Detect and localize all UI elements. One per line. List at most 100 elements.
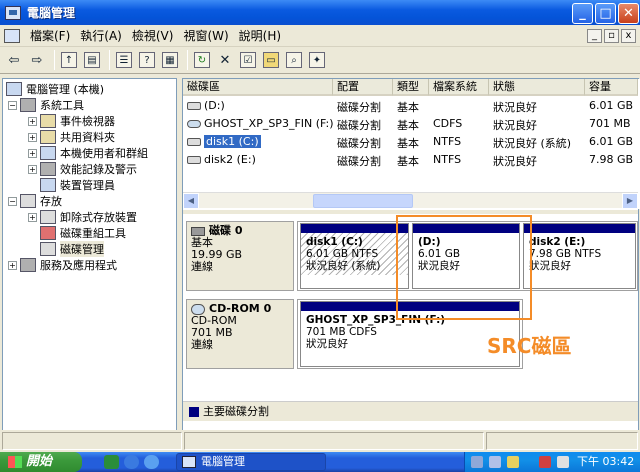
properties-icon[interactable]: ☰	[114, 50, 134, 70]
tree-node-services-apps[interactable]: + 服務及應用程式	[8, 257, 117, 273]
clock[interactable]: 下午 03:42	[577, 452, 634, 472]
hard-disk-icon	[191, 226, 205, 236]
expand-icon[interactable]: +	[8, 260, 17, 270]
drive-icon	[187, 102, 201, 110]
up-folder-icon[interactable]: ↑	[59, 50, 79, 70]
show-desktop-icon[interactable]	[104, 455, 119, 469]
scroll-left-icon[interactable]: ◀	[183, 193, 199, 209]
tree-node-local-users[interactable]: + 本機使用者和群組	[28, 145, 148, 161]
tree-node-event-viewer[interactable]: + 事件檢視器	[28, 113, 115, 129]
browser-icon[interactable]	[144, 455, 159, 469]
forward-arrow-icon[interactable]: ⇨	[27, 50, 47, 70]
partition-e[interactable]: disk2 (E:) 7.98 GB NTFS 狀況良好	[523, 223, 636, 289]
back-arrow-icon[interactable]: ⇦	[4, 50, 24, 70]
tree-node-removable-storage[interactable]: + 卸除式存放裝置	[28, 209, 137, 225]
col-header-layout[interactable]: 配置	[333, 79, 393, 96]
wizard-icon[interactable]: ✦	[307, 50, 327, 70]
delete-icon[interactable]: ✕	[215, 50, 235, 70]
tree-node-system-tools[interactable]: − 系統工具	[8, 97, 84, 113]
system-tray: 下午 03:42	[464, 452, 640, 472]
menu-bar: 檔案(F) 執行(A) 檢視(V) 視窗(W) 說明(H) _ ▫ x	[0, 25, 640, 47]
security-icon[interactable]	[539, 456, 551, 468]
partition-c[interactable]: disk1 (C:) 6.01 GB NTFS 狀況良好 (系統)	[300, 223, 409, 289]
minimize-button[interactable]: _	[572, 3, 593, 24]
refresh-icon[interactable]: ↻	[192, 50, 212, 70]
drive-icon	[187, 138, 201, 146]
partition-legend: 主要磁碟分割	[183, 401, 638, 421]
close-button[interactable]: ✕	[618, 3, 639, 24]
menu-file[interactable]: 檔案(F)	[30, 27, 70, 44]
computer-icon	[6, 82, 22, 96]
event-viewer-icon	[40, 114, 56, 128]
computer-management-icon	[182, 456, 196, 468]
details-pane-icon[interactable]: ▦	[160, 50, 180, 70]
network-icon-2[interactable]	[489, 456, 501, 468]
tools-icon	[20, 98, 36, 112]
tree-node-defrag[interactable]: 磁碟重組工具	[40, 225, 126, 241]
ie-icon[interactable]	[124, 455, 139, 469]
src-partition-label: SRC磁區	[487, 334, 572, 358]
menu-view[interactable]: 檢視(V)	[132, 27, 174, 44]
title-bar[interactable]: 電腦管理 _ □ ✕	[0, 0, 640, 25]
taskbar-item-computer-management[interactable]: 電腦管理	[176, 453, 326, 471]
expand-icon[interactable]: +	[28, 132, 37, 142]
main-window: 電腦管理 _ □ ✕ 檔案(F) 執行(A) 檢視(V) 視窗(W) 說明(H)…	[0, 0, 640, 452]
show-tree-icon[interactable]: ▤	[82, 50, 102, 70]
col-header-volume[interactable]: 磁碟區	[183, 79, 333, 96]
network-icon[interactable]	[471, 456, 483, 468]
language-icon[interactable]	[507, 456, 519, 468]
table-row[interactable]: disk1 (C:) 磁碟分割 基本 NTFS 狀況良好 (系統) 6.01 G…	[183, 133, 638, 151]
col-header-type[interactable]: 類型	[393, 79, 429, 96]
disk-0-label[interactable]: 磁碟 0 基本 19.99 GB 連線	[186, 221, 294, 291]
performance-icon	[40, 162, 56, 176]
menu-window[interactable]: 視窗(W)	[183, 27, 228, 44]
tree-node-device-manager[interactable]: 裝置管理員	[40, 177, 115, 193]
mdi-minimize-button[interactable]: _	[587, 29, 602, 43]
tree-node-shared-folders[interactable]: + 共用資料夾	[28, 129, 115, 145]
mdi-close-button[interactable]: x	[621, 29, 636, 43]
defrag-icon	[40, 226, 56, 240]
help-icon[interactable]: ?	[137, 50, 157, 70]
primary-partition-swatch	[189, 407, 199, 417]
tree-node-root[interactable]: 電腦管理 (本機)	[6, 81, 104, 97]
table-row[interactable]: (D:) 磁碟分割 基本 狀況良好 6.01 GB	[183, 97, 638, 115]
col-header-capacity[interactable]: 容量	[585, 79, 638, 96]
collapse-icon[interactable]: −	[8, 196, 17, 206]
collapse-icon[interactable]: −	[8, 100, 17, 110]
expand-icon[interactable]: +	[28, 164, 37, 174]
expand-icon[interactable]: +	[28, 148, 37, 158]
volume-icon[interactable]	[557, 456, 569, 468]
mdi-window-icon[interactable]	[4, 28, 20, 43]
tree-node-perf-logs[interactable]: + 效能記錄及警示	[28, 161, 137, 177]
tree-node-disk-management[interactable]: 磁碟管理	[40, 241, 104, 257]
expand-icon[interactable]: +	[28, 212, 37, 222]
col-header-filesystem[interactable]: 檔案系統	[429, 79, 489, 96]
horizontal-scrollbar[interactable]: ◀ ▶	[183, 192, 638, 209]
menu-help[interactable]: 說明(H)	[239, 27, 281, 44]
checklist-icon[interactable]: ☑	[238, 50, 258, 70]
shared-folder-icon	[40, 130, 56, 144]
cdrom-icon	[187, 120, 201, 128]
expand-icon[interactable]: +	[28, 116, 37, 126]
col-header-status[interactable]: 狀態	[489, 79, 585, 96]
disk-management-icon	[40, 242, 56, 256]
table-row[interactable]: disk2 (E:) 磁碟分割 基本 NTFS 狀況良好 7.98 GB	[183, 151, 638, 169]
cdrom-0-label[interactable]: CD-ROM 0 CD-ROM 701 MB 連線	[186, 299, 294, 369]
maximize-button[interactable]: □	[595, 3, 616, 24]
open-folder-icon[interactable]: ▭	[261, 50, 281, 70]
start-button[interactable]: 開始	[0, 452, 82, 472]
tree-node-storage[interactable]: − 存放	[8, 193, 62, 209]
search-icon[interactable]: ⌕	[284, 50, 304, 70]
scroll-right-icon[interactable]: ▶	[622, 193, 638, 209]
storage-icon	[20, 194, 36, 208]
table-row[interactable]: GHOST_XP_SP3_FIN (F:) 磁碟分割 基本 CDFS 狀況良好 …	[183, 115, 638, 133]
windows-logo-icon	[8, 456, 22, 468]
mdi-restore-button[interactable]: ▫	[604, 29, 619, 43]
console-tree: 電腦管理 (本機) − 系統工具 + 事件檢視器 + 共用資料夾 + 本機使用者和群組 …	[2, 78, 177, 450]
menu-action[interactable]: 執行(A)	[80, 27, 122, 44]
window-title: 電腦管理	[27, 6, 76, 20]
scroll-thumb[interactable]	[313, 194, 413, 208]
status-bar	[0, 430, 640, 452]
removable-storage-icon	[40, 210, 56, 224]
drive-icon	[187, 156, 201, 164]
